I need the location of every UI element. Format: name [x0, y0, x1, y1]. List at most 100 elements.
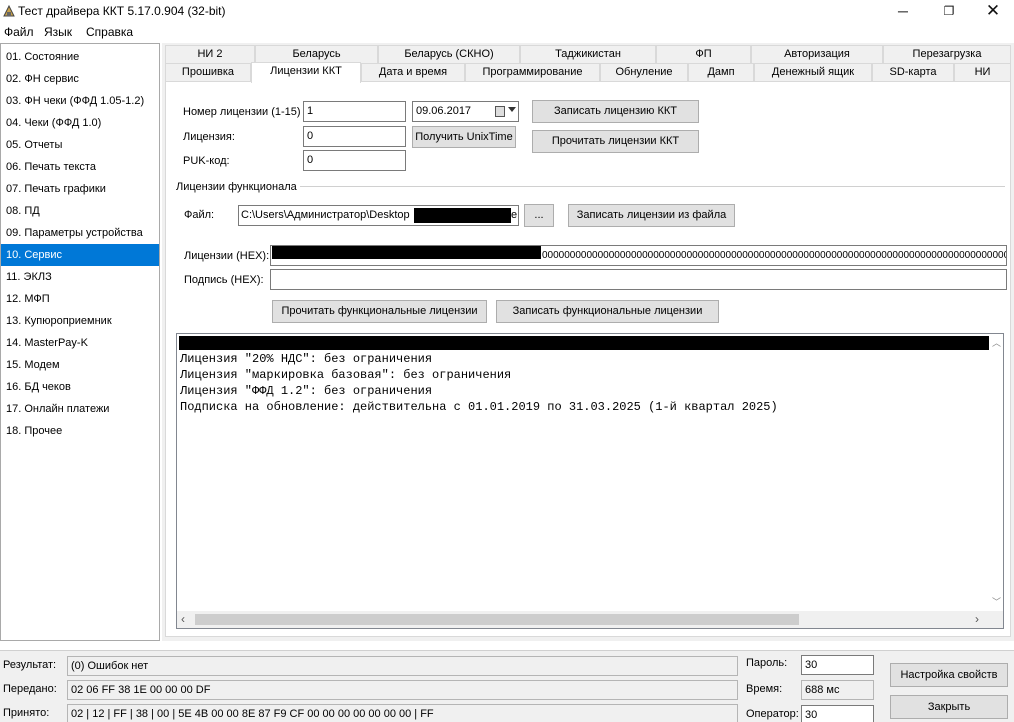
tab-dump[interactable]: Дамп	[688, 63, 754, 81]
menu-help[interactable]: Справка	[86, 25, 133, 39]
read-kkt-licenses-button[interactable]: Прочитать лицензии ККТ	[532, 130, 699, 153]
property-settings-button[interactable]: Настройка свойств	[890, 663, 1008, 687]
horizontal-scrollbar[interactable]: ‹ ›	[177, 611, 1003, 628]
redacted-filename	[414, 208, 511, 223]
sidebar-item-fn-service[interactable]: 02. ФН сервис	[1, 68, 159, 90]
sidebar-item-device-params[interactable]: 09. Параметры устройства	[1, 222, 159, 244]
signature-label: Подпись (HEX):	[184, 274, 264, 286]
output-line: Лицензия "20% НДС": без ограничения	[180, 352, 433, 366]
output-line: Подписка на обновление: действительна с …	[180, 400, 778, 414]
read-functional-licenses-button[interactable]: Прочитать функциональные лицензии	[272, 300, 487, 323]
write-licenses-from-file-button[interactable]: Записать лицензии из файла	[568, 204, 735, 227]
sidebar: 01. Состояние 02. ФН сервис 03. ФН чеки …	[0, 43, 160, 641]
sidebar-item-state[interactable]: 01. Состояние	[1, 46, 159, 68]
tab-authorization[interactable]: Авторизация	[751, 45, 883, 63]
sidebar-item-fn-receipts[interactable]: 03. ФН чеки (ФФД 1.05-1.2)	[1, 90, 159, 112]
received-field: 02 | 12 | FF | 38 | 00 | 5E 4B 00 00 8E …	[67, 704, 738, 722]
title-bar: Тест драйвера ККТ 5.17.0.904 (32-bit) ─ …	[0, 0, 1014, 24]
tab-cash-drawer[interactable]: Денежный ящик	[754, 63, 872, 81]
tab-firmware[interactable]: Прошивка	[165, 63, 251, 81]
result-field: (0) Ошибок нет	[67, 656, 738, 676]
sent-label: Передано:	[3, 683, 57, 695]
date-value: 09.06.2017	[416, 105, 472, 117]
write-kkt-license-button[interactable]: Записать лицензию ККТ	[532, 100, 699, 123]
file-path-value: C:\Users\Администратор\Desktop	[241, 209, 410, 221]
close-button[interactable]: Закрыть	[890, 695, 1008, 719]
license-number-label: Номер лицензии (1-15)	[183, 106, 301, 118]
tab-belarus[interactable]: Беларусь	[255, 45, 378, 63]
tab-reset[interactable]: Обнуление	[600, 63, 688, 81]
time-label: Время:	[746, 683, 783, 695]
menu-bar: Файл Язык Справка	[0, 24, 1014, 42]
sidebar-item-print-graphics[interactable]: 07. Печать графики	[1, 178, 159, 200]
tab-tajikistan[interactable]: Таджикистан	[520, 45, 656, 63]
received-label: Принято:	[3, 707, 50, 719]
time-field: 688 мс	[801, 680, 874, 700]
hex-licenses-value: 0000000000000000000000000000000000000000…	[542, 250, 1006, 261]
sidebar-item-receipts[interactable]: 04. Чеки (ФФД 1.0)	[1, 112, 159, 134]
license-label: Лицензия:	[183, 131, 235, 143]
sidebar-item-online-payments[interactable]: 17. Онлайн платежи	[1, 398, 159, 420]
password-input[interactable]: 30	[801, 655, 874, 675]
output-log[interactable]: Лицензия "20% НДС": без ограничения Лице…	[176, 333, 1004, 629]
app-icon	[3, 4, 15, 17]
file-path-input[interactable]: C:\Users\Администратор\Desktop e:	[238, 205, 519, 226]
sidebar-item-masterpay[interactable]: 14. MasterPay-K	[1, 332, 159, 354]
puk-label: PUK-код:	[183, 155, 230, 167]
password-label: Пароль:	[746, 657, 788, 669]
sidebar-item-mfp[interactable]: 12. МФП	[1, 288, 159, 310]
chevron-down-icon	[508, 107, 516, 112]
sidebar-item-other[interactable]: 18. Прочее	[1, 420, 159, 442]
sidebar-item-service[interactable]: 10. Сервис	[1, 244, 159, 266]
file-path-suffix: e:	[511, 209, 518, 221]
date-picker[interactable]: 09.06.2017	[412, 101, 519, 122]
tab-belarus-skno[interactable]: Беларусь (СКНО)	[378, 45, 520, 63]
group-divider	[300, 186, 1005, 187]
tab-ni[interactable]: НИ	[954, 63, 1011, 81]
license-number-input[interactable]: 1	[303, 101, 406, 122]
hex-licenses-input[interactable]: 0000000000000000000000000000000000000000…	[270, 245, 1007, 266]
menu-file[interactable]: Файл	[4, 25, 34, 39]
signature-input[interactable]	[270, 269, 1007, 290]
maximize-button[interactable]: ❐	[926, 0, 972, 24]
minimize-button[interactable]: ─	[880, 0, 926, 24]
sidebar-item-pd[interactable]: 08. ПД	[1, 200, 159, 222]
close-window-button[interactable]: ✕	[970, 0, 1014, 24]
menu-language[interactable]: Язык	[44, 25, 72, 39]
window-title: Тест драйвера ККТ 5.17.0.904 (32-bit)	[18, 4, 226, 18]
redacted-hex	[272, 246, 541, 259]
sidebar-item-eklz[interactable]: 11. ЭКЛЗ	[1, 266, 159, 288]
status-panel: Результат: (0) Ошибок нет Передано: 02 0…	[0, 650, 1014, 722]
sidebar-item-receipt-db[interactable]: 16. БД чеков	[1, 376, 159, 398]
result-label: Результат:	[3, 659, 57, 671]
operator-input[interactable]: 30	[801, 705, 874, 722]
tab-date-time[interactable]: Дата и время	[361, 63, 465, 81]
sent-field: 02 06 FF 38 1E 00 00 00 DF	[67, 680, 738, 700]
operator-label: Оператор:	[746, 708, 799, 720]
sidebar-item-reports[interactable]: 05. Отчеты	[1, 134, 159, 156]
scrollbar-thumb[interactable]	[195, 614, 799, 625]
output-line: Лицензия "маркировка базовая": без огран…	[180, 368, 512, 382]
functional-licenses-group-title: Лицензии функционала	[176, 181, 297, 193]
tab-sd-card[interactable]: SD-карта	[872, 63, 954, 81]
license-input[interactable]: 0	[303, 126, 406, 147]
tab-ni2[interactable]: НИ 2	[165, 45, 255, 63]
browse-button[interactable]: ...	[524, 204, 554, 227]
hex-licenses-label: Лицензии (HEX):	[184, 250, 270, 262]
tab-kkt-licenses[interactable]: Лицензии ККТ	[251, 62, 361, 83]
tab-reboot[interactable]: Перезагрузка	[883, 45, 1011, 63]
tab-programming[interactable]: Программирование	[465, 63, 600, 81]
get-unixtime-button[interactable]: Получить UnixTime	[412, 126, 516, 148]
scroll-up-icon[interactable]: ︿	[992, 336, 1001, 349]
scroll-left-icon[interactable]: ‹	[181, 612, 185, 626]
sidebar-item-modem[interactable]: 15. Модем	[1, 354, 159, 376]
tab-fp[interactable]: ФП	[656, 45, 751, 63]
calendar-icon	[495, 106, 505, 117]
sidebar-item-print-text[interactable]: 06. Печать текста	[1, 156, 159, 178]
file-label: Файл:	[184, 209, 215, 221]
sidebar-item-bill-acceptor[interactable]: 13. Купюроприемник	[1, 310, 159, 332]
puk-input[interactable]: 0	[303, 150, 406, 171]
scroll-right-icon[interactable]: ›	[975, 612, 979, 626]
write-functional-licenses-button[interactable]: Записать функциональные лицензии	[496, 300, 719, 323]
scroll-down-icon[interactable]: ﹀	[992, 595, 1001, 608]
